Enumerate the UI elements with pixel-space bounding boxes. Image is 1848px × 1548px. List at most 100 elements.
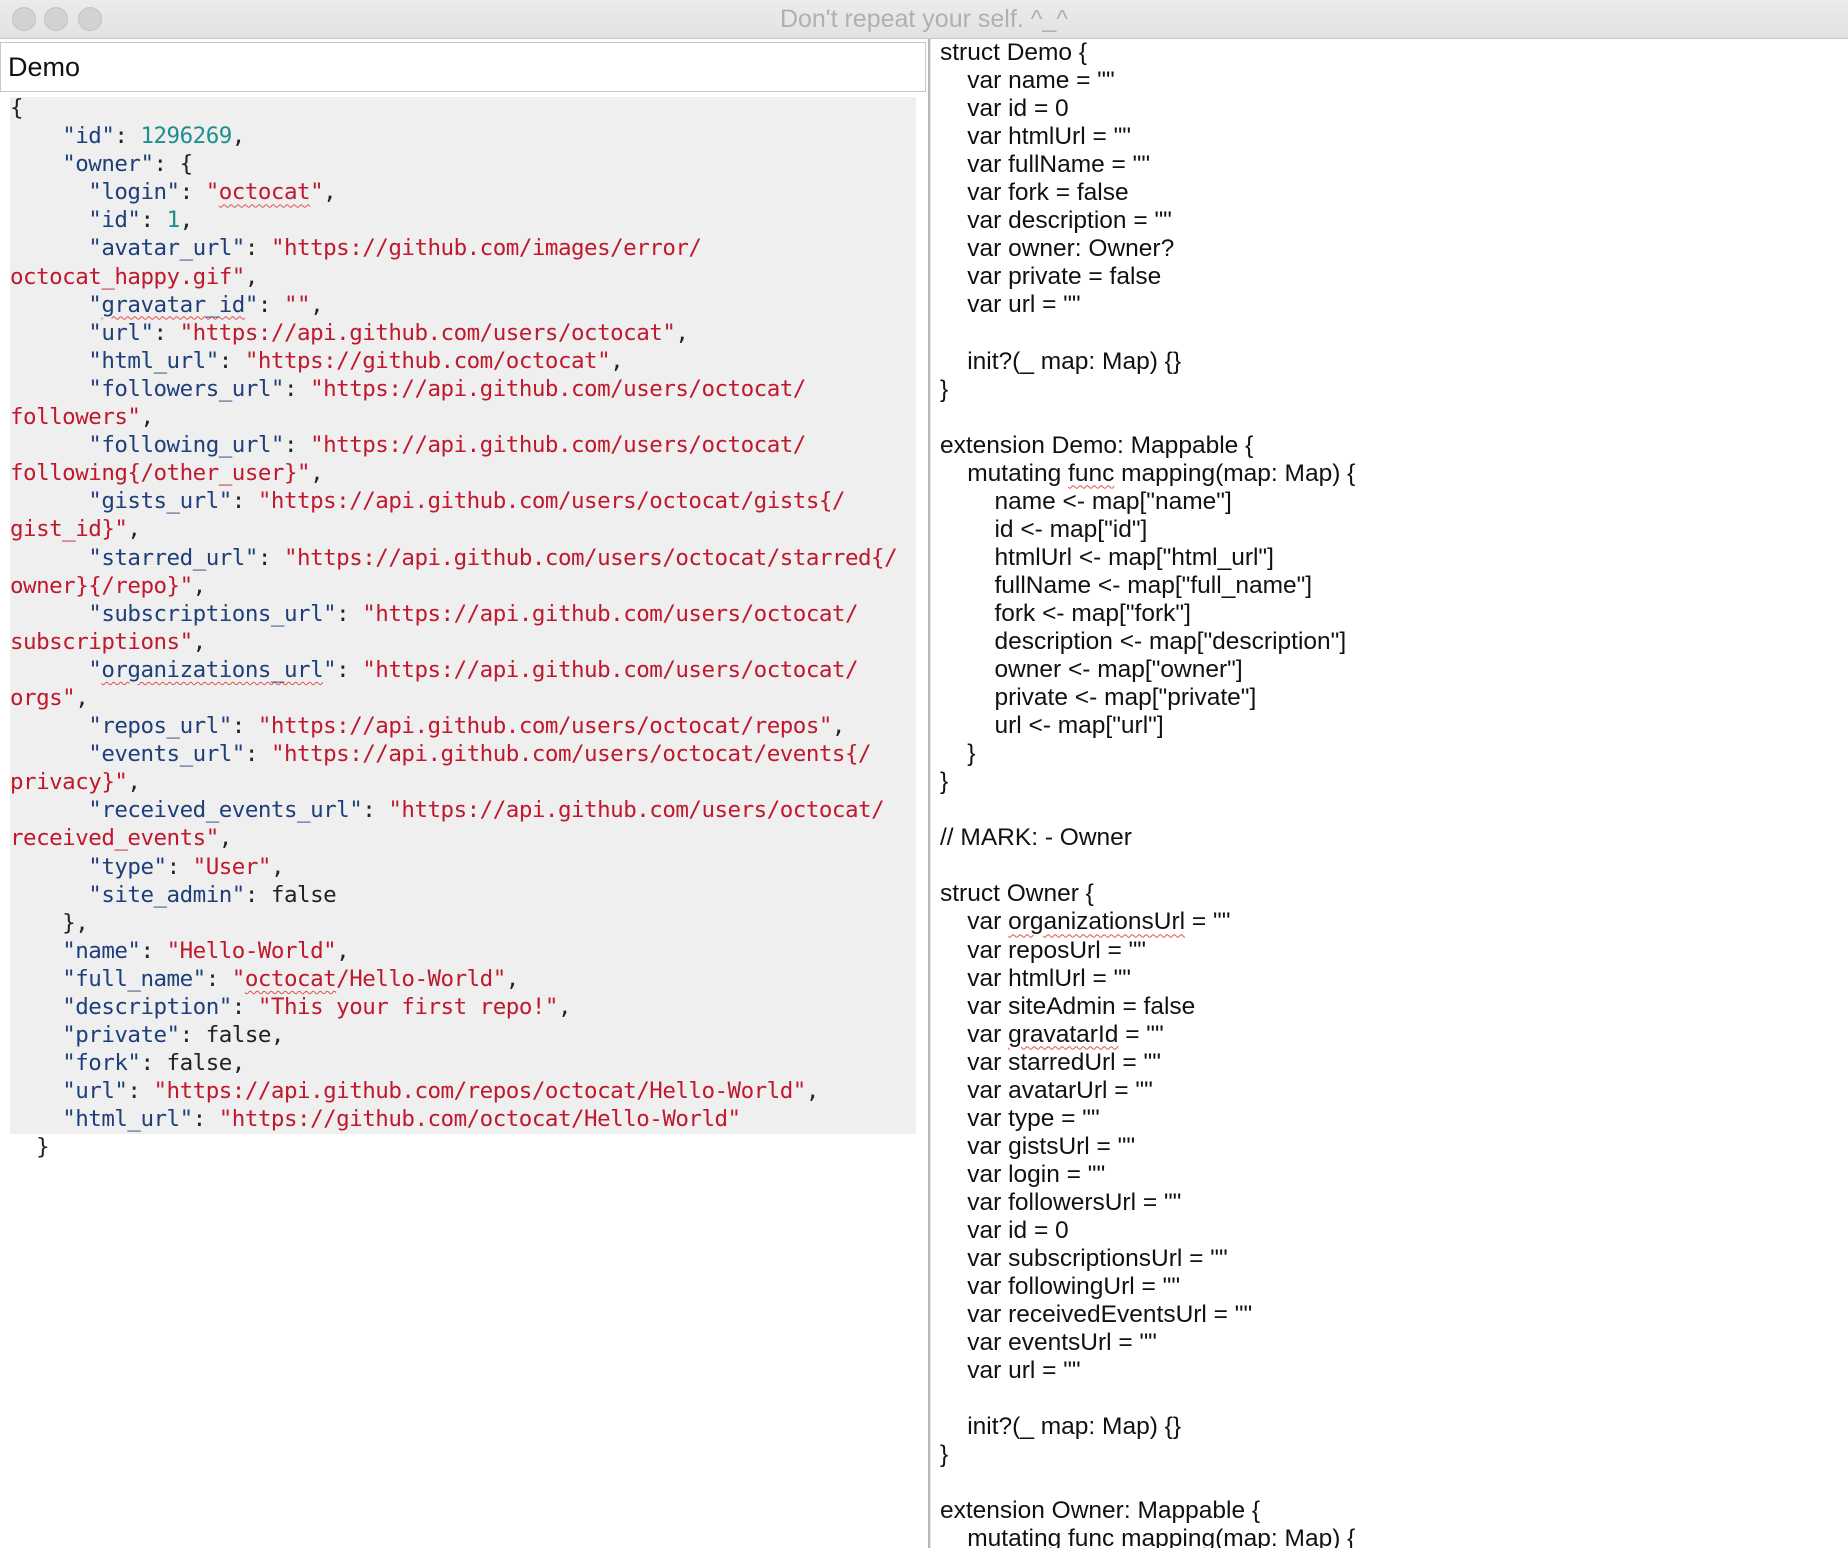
code-token: = ""	[1118, 1020, 1164, 1048]
code-line: id <- map["id"]	[940, 516, 1147, 543]
code-token: "https://github.com/images/error/	[270, 235, 702, 262]
code-token: ,	[192, 572, 207, 599]
code-line: struct Demo {	[940, 39, 1087, 66]
code-token: : false,	[179, 1022, 285, 1049]
struct-name-field[interactable]: Demo	[0, 42, 926, 92]
code-token: "https://github.com/octocat"	[244, 347, 611, 374]
code-token: var description = ""	[940, 207, 1172, 235]
code-line: mutating func mapping(map: Map) {	[940, 460, 1355, 487]
code-line: var followingUrl = ""	[940, 1273, 1180, 1300]
code-token: ,	[127, 516, 141, 543]
code-token: },	[10, 909, 89, 936]
code-token: : {	[153, 151, 194, 178]
code-token: "subscriptions_url"	[88, 600, 337, 627]
code-line: }	[940, 376, 948, 403]
misspelled-word: gravatar_id	[101, 291, 245, 318]
code-token: "login"	[88, 179, 180, 206]
code-line: }	[940, 740, 975, 767]
code-line: var url = ""	[940, 1357, 1081, 1385]
code-token: :	[283, 375, 311, 402]
code-token: var htmlUrl = ""	[940, 123, 1131, 151]
json-line: "starred_url": "https://api.github.com/u…	[10, 545, 897, 571]
code-token: ,	[805, 1078, 820, 1105]
code-token: "html_url"	[62, 1106, 193, 1133]
code-token: "User"	[192, 853, 272, 880]
code-token: :	[257, 544, 284, 571]
code-token: ,	[831, 713, 846, 740]
code-token: "Hello-World"	[166, 937, 337, 964]
code-token: :	[166, 853, 193, 880]
code-token: "owner"	[62, 151, 154, 178]
code-token: var siteAdmin = false	[940, 992, 1196, 1020]
code-line: var htmlUrl = ""	[940, 123, 1131, 150]
code-token: 1	[166, 207, 181, 234]
code-token: :	[336, 656, 363, 683]
json-line: "html_url": "https://github.com/octocat/…	[10, 1106, 741, 1132]
code-token: var url = ""	[940, 291, 1081, 319]
code-token: "name"	[62, 937, 141, 964]
code-token: ,	[505, 965, 520, 992]
code-token: "https://api.github.com/users/octocat/	[388, 797, 885, 824]
code-token: }	[940, 740, 976, 768]
code-token: subscriptions"	[10, 628, 193, 655]
code-line: }	[940, 1441, 948, 1468]
code-token: "full_name"	[62, 965, 206, 992]
code-line: owner <- map["owner"]	[940, 656, 1242, 683]
code-token: ,	[610, 347, 624, 374]
code-token: gist_id}"	[10, 516, 128, 543]
code-line: htmlUrl <- map["html_url"]	[940, 543, 1274, 571]
json-input-editor[interactable]: { "id": 1296269, "owner": { "login": "oc…	[10, 94, 898, 1162]
code-token: received_events"	[10, 825, 219, 852]
misspelled-word: octocat	[218, 179, 311, 206]
code-token: id <- map["id"]	[940, 515, 1148, 543]
code-token: owner}{/repo}"	[10, 572, 193, 599]
json-line: "subscriptions_url": "https://api.github…	[10, 601, 858, 627]
code-token: "	[88, 291, 102, 318]
code-line: var login = ""	[940, 1161, 1105, 1188]
generated-code-view[interactable]: struct Demo { var name = "" var id = 0 v…	[940, 39, 1355, 1548]
window-title: Don't repeat your self. ^_^	[779, 5, 1069, 33]
json-line: "id": 1296269,	[10, 123, 245, 149]
code-token: var fullName = ""	[940, 151, 1151, 179]
code-scrollbar[interactable]	[1840, 39, 1846, 1548]
json-line: "site_admin": false	[10, 882, 336, 908]
code-line: var url = ""	[940, 291, 1081, 319]
json-line: received_events",	[10, 825, 232, 851]
code-token: var url = ""	[940, 1357, 1081, 1385]
code-token: var reposUrl = ""	[940, 936, 1146, 964]
json-line: },	[10, 909, 89, 936]
code-token: }	[10, 1134, 50, 1161]
code-token: :	[140, 937, 167, 964]
code-token: }	[940, 1441, 949, 1469]
code-token: description <- map["description"]	[940, 627, 1347, 655]
json-line: followers",	[10, 404, 154, 430]
code-line: var type = ""	[940, 1104, 1100, 1132]
code-line: extension Demo: Mappable {	[940, 432, 1253, 459]
code-token: var type = ""	[940, 1104, 1100, 1132]
code-token: htmlUrl <- map["html_url"]	[940, 543, 1274, 571]
code-line: var id = 0	[940, 95, 1068, 122]
code-token: var owner: Owner?	[940, 235, 1175, 263]
json-line: "organizations_url": "https://api.github…	[10, 657, 858, 683]
code-line: init?(_ map: Map) {}	[940, 348, 1181, 375]
code-token: "followers_url"	[88, 375, 284, 402]
code-token: following{/other_user}"	[10, 460, 311, 487]
code-token: "	[88, 656, 102, 683]
code-token: "https://api.github.com/users/octocat/	[310, 375, 806, 402]
misspelled-word: octocat	[244, 965, 337, 992]
code-token: :	[192, 1106, 219, 1133]
code-token: var receivedEventsUrl = ""	[940, 1301, 1253, 1329]
code-token: var subscriptionsUrl = ""	[940, 1245, 1228, 1273]
code-line: fork <- map["fork"]	[940, 600, 1190, 627]
code-token: "gists_url"	[88, 488, 232, 515]
code-token: // MARK: - Owner	[940, 824, 1132, 852]
json-line: "owner": {	[10, 151, 193, 177]
